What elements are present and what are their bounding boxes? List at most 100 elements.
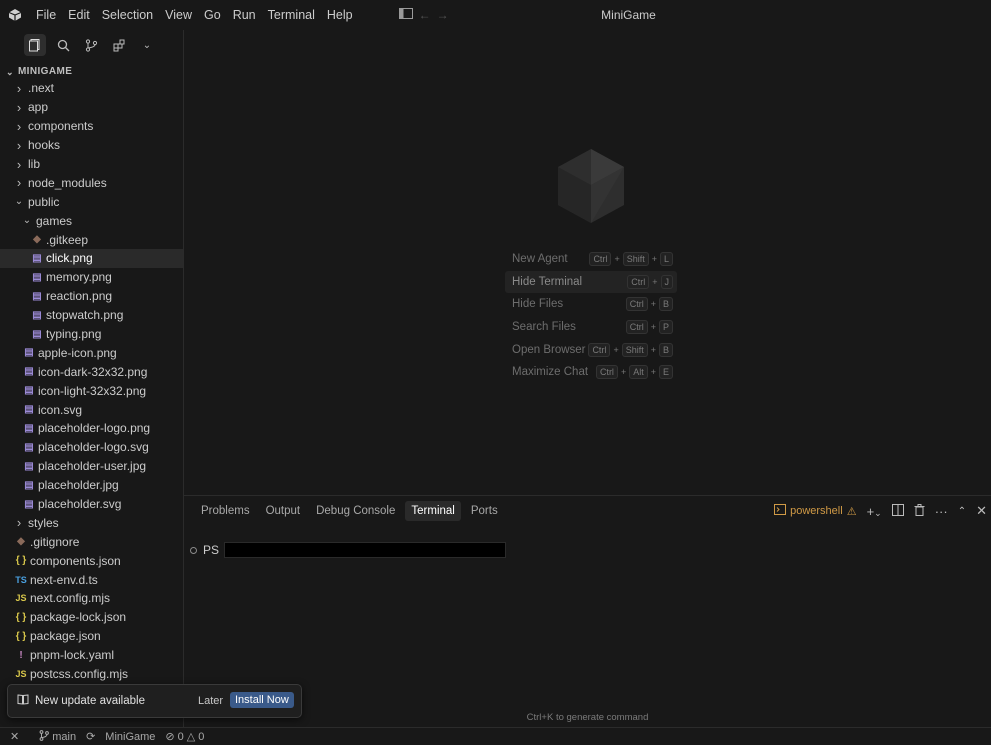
json-file-icon: { } (15, 555, 27, 567)
bottom-panel: Problems Output Debug Console Terminal Ports… (184, 495, 991, 727)
folder-item[interactable]: › hooks (0, 136, 183, 155)
file-item[interactable]: ▤ placeholder-user.jpg (0, 457, 183, 476)
tree-item-label: package.json (30, 629, 101, 644)
file-item[interactable]: { } package-lock.json (0, 608, 183, 627)
image-file-icon: ▤ (24, 366, 34, 378)
tab-debug-console[interactable]: Debug Console (310, 501, 401, 521)
later-button[interactable]: Later (198, 695, 223, 707)
chevron-down-icon[interactable]: ⌄ (136, 34, 158, 56)
menu-help[interactable]: Help (321, 0, 359, 30)
menu-run[interactable]: Run (227, 0, 262, 30)
remote-icon[interactable]: ✕ (10, 730, 19, 743)
tree-item-label: icon.svg (38, 402, 83, 417)
book-icon (17, 694, 29, 708)
file-item[interactable]: ▤ typing.png (0, 325, 183, 344)
file-item[interactable]: JS postcss.config.mjs (0, 665, 183, 684)
file-item[interactable]: { } package.json (0, 627, 183, 646)
folder-item[interactable]: › .next (0, 79, 183, 98)
project-name[interactable]: MiniGame (105, 731, 155, 743)
tree-item-label: pnpm-lock.yaml (30, 648, 115, 663)
install-now-button[interactable]: Install Now (230, 692, 294, 708)
more-actions-icon[interactable]: ··· (935, 504, 948, 519)
shortcut-hide-files[interactable]: Hide Files Ctrl + B (505, 293, 677, 316)
menu-go[interactable]: Go (198, 0, 227, 30)
shortcut-keys: Ctrl + J (627, 274, 673, 289)
terminal-input[interactable] (224, 542, 507, 558)
shortcut-label: Hide Terminal (512, 275, 583, 288)
image-file-icon: ▤ (24, 479, 34, 491)
file-item[interactable]: ! pnpm-lock.yaml (0, 646, 183, 665)
extensions-icon[interactable] (108, 34, 130, 56)
shortcut-open-browser[interactable]: Open Browser Ctrl + Shift + B (505, 338, 677, 361)
key-separator: + (613, 344, 619, 355)
file-item[interactable]: ▤ placeholder-logo.svg (0, 438, 183, 457)
trash-icon[interactable] (914, 503, 925, 519)
folder-item[interactable]: › lib (0, 155, 183, 174)
file-item[interactable]: ▤ apple-icon.png (0, 343, 183, 362)
tab-terminal[interactable]: Terminal (405, 501, 461, 521)
menu-edit[interactable]: Edit (62, 0, 96, 30)
menu-view[interactable]: View (159, 0, 198, 30)
folder-item[interactable]: ⌄ public (0, 192, 183, 211)
shortcut-keys: Ctrl + B (625, 297, 673, 312)
file-item[interactable]: ◆ .gitkeep (0, 230, 183, 249)
key-separator: + (650, 322, 656, 333)
menu-selection[interactable]: Selection (96, 0, 159, 30)
file-item[interactable]: ▤ icon-dark-32x32.png (0, 362, 183, 381)
branch-indicator[interactable]: main (39, 729, 76, 744)
file-item[interactable]: ▤ placeholder.svg (0, 495, 183, 514)
shortcut-hide-terminal[interactable]: Hide Terminal Ctrl + J (505, 270, 677, 294)
file-item[interactable]: ▤ reaction.png (0, 287, 183, 306)
file-item[interactable]: ▤ click.png (0, 249, 183, 268)
file-item[interactable]: ▤ stopwatch.png (0, 306, 183, 325)
folder-item[interactable]: › node_modules (0, 173, 183, 192)
explorer-icon[interactable] (24, 34, 46, 56)
tree-item-label: app (28, 100, 49, 115)
menu-file[interactable]: File (30, 0, 62, 30)
sync-icon[interactable]: ⟳ (86, 730, 95, 743)
forward-arrow-icon[interactable]: → (437, 8, 449, 22)
image-file-icon: ▤ (32, 309, 42, 321)
problems-indicator[interactable]: ⊘ 0 △ 0 (165, 730, 204, 744)
file-item[interactable]: TS next-env.d.ts (0, 570, 183, 589)
image-file-icon: ▤ (24, 460, 34, 472)
folder-item[interactable]: › app (0, 98, 183, 117)
chevron-right-icon: › (16, 80, 22, 96)
file-item[interactable]: ▤ placeholder.jpg (0, 476, 183, 495)
file-item[interactable]: ▤ memory.png (0, 268, 183, 287)
toggle-sidebar-icon[interactable] (398, 8, 413, 22)
menu-terminal[interactable]: Terminal (262, 0, 321, 30)
chevron-right-icon: › (16, 175, 22, 191)
close-panel-icon[interactable]: ✕ (976, 503, 987, 519)
folder-item[interactable]: › components (0, 117, 183, 136)
search-icon[interactable] (52, 34, 74, 56)
tree-item-label: reaction.png (46, 289, 113, 304)
tab-output[interactable]: Output (260, 501, 307, 521)
back-arrow-icon[interactable]: ← (419, 8, 431, 22)
file-item[interactable]: JS next.config.mjs (0, 589, 183, 608)
tree-item-label: icon-dark-32x32.png (38, 364, 148, 379)
warning-icon: △ (186, 731, 196, 743)
shortcut-search-files[interactable]: Search Files Ctrl + P (505, 316, 677, 339)
keycap: L (659, 252, 673, 267)
folder-item[interactable]: › styles (0, 513, 183, 532)
tab-problems[interactable]: Problems (195, 501, 256, 521)
terminal-shell-selector[interactable]: powershell ⚠ (774, 504, 857, 518)
tree-item-label: games (36, 213, 73, 228)
folder-item[interactable]: ⌄ games (0, 211, 183, 230)
file-item[interactable]: { } components.json (0, 551, 183, 570)
split-terminal-icon[interactable] (891, 503, 904, 519)
file-item[interactable]: ▤ icon-light-32x32.png (0, 381, 183, 400)
file-item[interactable]: ▤ placeholder-logo.png (0, 419, 183, 438)
tab-ports[interactable]: Ports (465, 501, 504, 521)
image-file-icon: ▤ (24, 347, 34, 359)
yaml-file-icon: ! (19, 649, 23, 661)
file-item[interactable]: ◆ .gitignore (0, 532, 183, 551)
new-terminal-icon[interactable]: +⌄ (867, 504, 882, 519)
shortcut-maximize-chat[interactable]: Maximize Chat Ctrl + Alt + E (505, 361, 677, 384)
json-file-icon: { } (15, 611, 27, 623)
shortcut-new-agent[interactable]: New Agent Ctrl + Shift + L (505, 248, 677, 271)
file-item[interactable]: ▤ icon.svg (0, 400, 183, 419)
maximize-panel-icon[interactable]: ⌃ (958, 506, 966, 517)
source-control-icon[interactable] (80, 34, 102, 56)
